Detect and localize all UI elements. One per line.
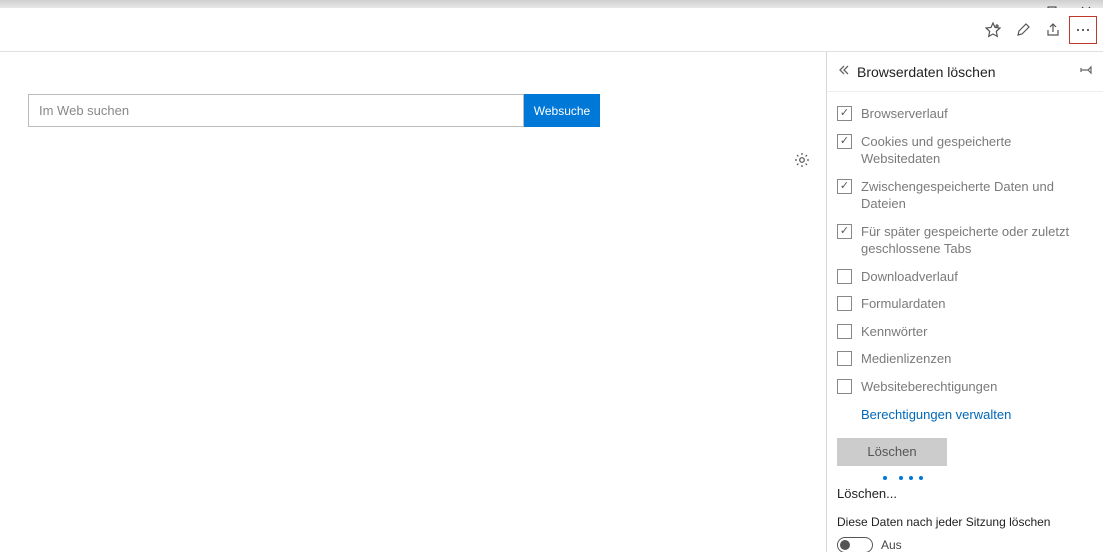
manage-permissions-link[interactable]: Berechtigungen verwalten	[837, 401, 1093, 428]
search-button[interactable]: Websuche	[524, 94, 600, 127]
checkbox-row[interactable]: Browserverlauf	[837, 100, 1093, 128]
checkbox-row[interactable]: Für später gespeicherte oder zuletzt ges…	[837, 218, 1093, 263]
checkbox[interactable]	[837, 296, 852, 311]
checkbox-label: Downloadverlauf	[861, 268, 958, 286]
checkbox[interactable]	[837, 179, 852, 194]
always-clear-toggle[interactable]	[837, 537, 873, 552]
browser-toolbar	[0, 8, 1103, 52]
more-icon[interactable]	[1069, 16, 1097, 44]
window-titlebar	[0, 0, 1103, 8]
search-input[interactable]	[28, 94, 524, 127]
checkbox-label: Für später gespeicherte oder zuletzt ges…	[861, 223, 1093, 258]
checkbox-label: Websiteberechtigungen	[861, 378, 997, 396]
checkbox-row[interactable]: Cookies und gespeicherte Websitedaten	[837, 128, 1093, 173]
checkbox-row[interactable]: Downloadverlauf	[837, 263, 1093, 291]
checkbox-label: Zwischengespeicherte Daten und Dateien	[861, 178, 1093, 213]
main-content: Websuche	[0, 52, 826, 552]
checkbox-row[interactable]: Kennwörter	[837, 318, 1093, 346]
checkbox[interactable]	[837, 224, 852, 239]
checkbox[interactable]	[837, 106, 852, 121]
checkbox-row[interactable]: Medienlizenzen	[837, 345, 1093, 373]
clear-data-panel: Browserdaten löschen Browserverlauf Cooki…	[826, 52, 1103, 552]
loading-dots	[883, 476, 1093, 480]
checkbox[interactable]	[837, 324, 852, 339]
clear-button[interactable]: Löschen	[837, 438, 947, 466]
checkbox-label: Formulardaten	[861, 295, 946, 313]
checkbox-label: Kennwörter	[861, 323, 927, 341]
favorites-icon[interactable]	[979, 16, 1007, 44]
checkbox-label: Medienlizenzen	[861, 350, 951, 368]
checkbox-label: Browserverlauf	[861, 105, 948, 123]
notes-icon[interactable]	[1009, 16, 1037, 44]
checkbox[interactable]	[837, 379, 852, 394]
checkbox-row[interactable]: Websiteberechtigungen	[837, 373, 1093, 401]
checkbox-row[interactable]: Zwischengespeicherte Daten und Dateien	[837, 173, 1093, 218]
checkbox-row[interactable]: Formulardaten	[837, 290, 1093, 318]
loading-text: Löschen...	[837, 486, 1093, 501]
checkbox[interactable]	[837, 351, 852, 366]
checkbox[interactable]	[837, 269, 852, 284]
back-icon[interactable]	[837, 64, 857, 79]
toggle-state-label: Aus	[881, 538, 902, 552]
always-clear-text: Diese Daten nach jeder Sitzung löschen	[837, 515, 1093, 529]
checkbox-label: Cookies und gespeicherte Websitedaten	[861, 133, 1093, 168]
share-icon[interactable]	[1039, 16, 1067, 44]
panel-title: Browserdaten löschen	[857, 64, 1079, 80]
checkbox[interactable]	[837, 134, 852, 149]
gear-icon[interactable]	[794, 152, 810, 173]
pin-icon[interactable]	[1079, 63, 1093, 80]
